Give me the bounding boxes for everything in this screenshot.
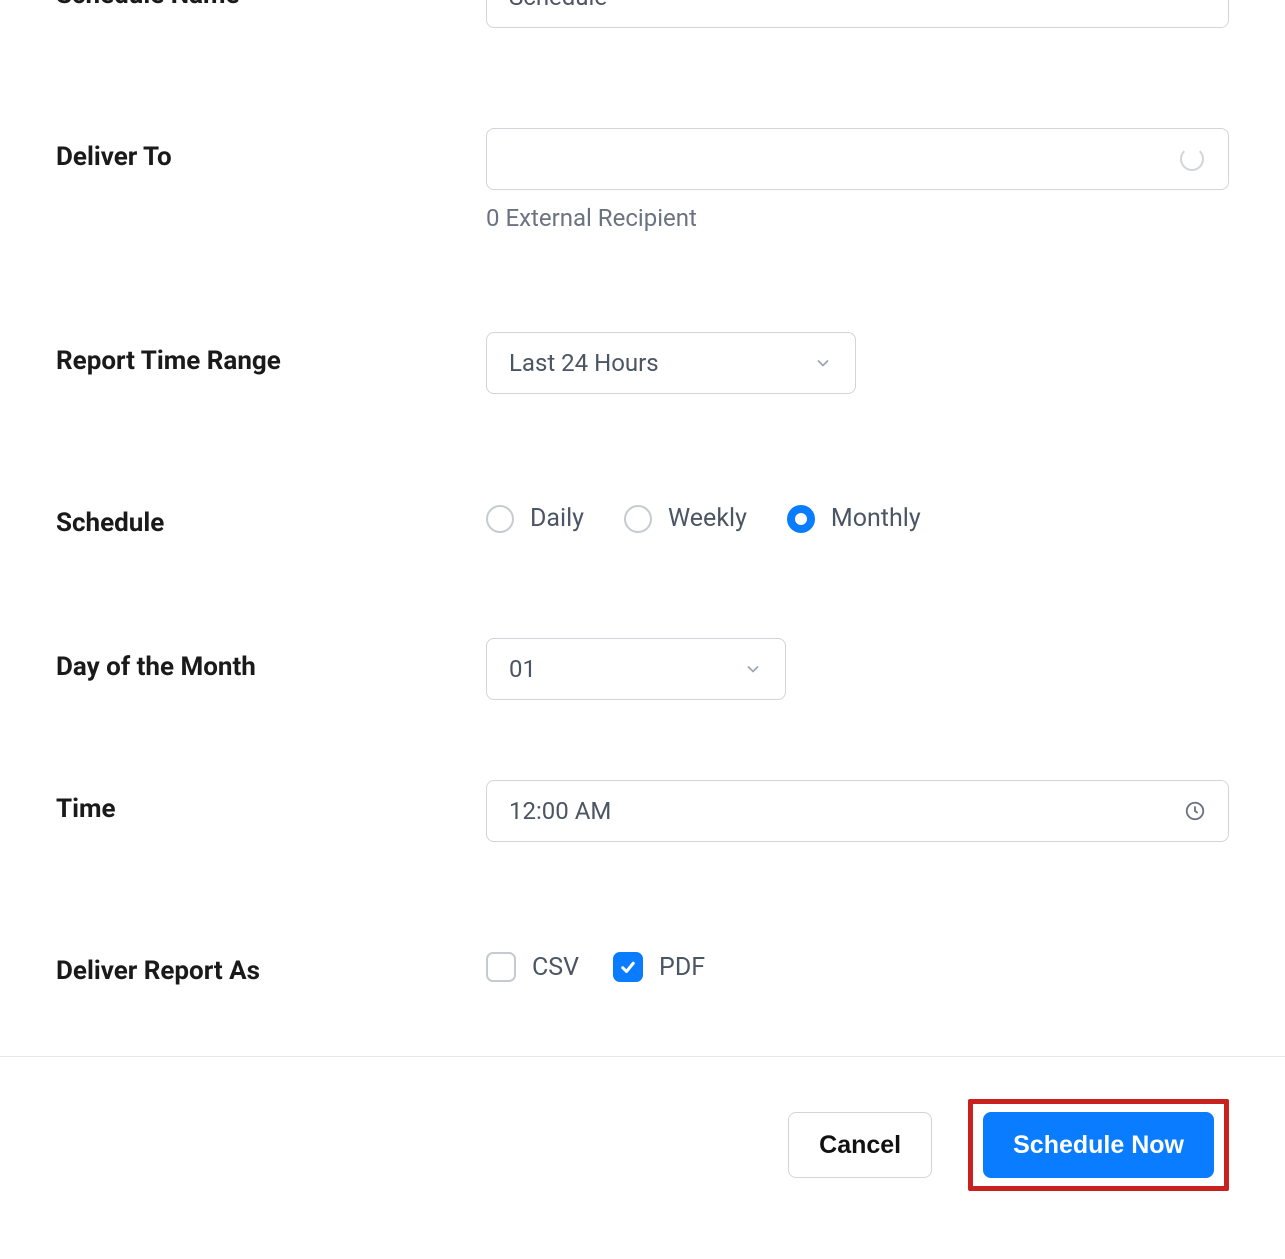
radio-monthly[interactable]: Monthly: [787, 504, 921, 533]
schedule-now-button[interactable]: Schedule Now: [983, 1112, 1214, 1178]
schedule-form-page: Schedule Name Schedule Deliver To 0 Exte…: [0, 0, 1285, 1231]
label-time: Time: [56, 780, 486, 824]
time-input[interactable]: 12:00 AM: [486, 780, 1229, 842]
checkbox-csv[interactable]: CSV: [486, 952, 579, 982]
loading-spinner-icon: [1180, 147, 1204, 171]
label-deliver-to: Deliver To: [56, 128, 486, 172]
control-schedule: Daily Weekly Monthly: [486, 494, 1229, 533]
row-schedule: Schedule Daily Weekly Monthly: [56, 494, 1229, 538]
cancel-button[interactable]: Cancel: [788, 1112, 932, 1178]
label-schedule-name: Schedule Name: [56, 0, 486, 10]
clock-icon: [1184, 800, 1206, 822]
schedule-name-input[interactable]: Schedule: [486, 0, 1229, 28]
radio-weekly-label: Weekly: [668, 504, 747, 533]
radio-icon: [787, 505, 815, 533]
control-report-time-range: Last 24 Hours: [486, 332, 1229, 394]
day-of-month-select[interactable]: 01: [486, 638, 786, 700]
label-deliver-as: Deliver Report As: [56, 942, 486, 986]
time-value: 12:00 AM: [509, 797, 611, 825]
row-schedule-name: Schedule Name Schedule: [56, 0, 1229, 28]
form-area: Schedule Name Schedule Deliver To 0 Exte…: [0, 0, 1285, 1056]
checkbox-pdf[interactable]: PDF: [613, 952, 705, 982]
row-report-time-range: Report Time Range Last 24 Hours: [56, 332, 1229, 394]
deliver-as-checkbox-group: CSV PDF: [486, 942, 1229, 982]
radio-icon: [486, 505, 514, 533]
checkbox-icon: [613, 952, 643, 982]
label-day-of-month: Day of the Month: [56, 638, 486, 682]
radio-daily-label: Daily: [530, 504, 584, 533]
highlight-annotation: Schedule Now: [968, 1099, 1229, 1191]
radio-icon: [624, 505, 652, 533]
row-deliver-to: Deliver To 0 External Recipient: [56, 128, 1229, 232]
control-deliver-to: 0 External Recipient: [486, 128, 1229, 232]
row-day-of-month: Day of the Month 01: [56, 638, 1229, 700]
control-time: 12:00 AM: [486, 780, 1229, 842]
schedule-radio-group: Daily Weekly Monthly: [486, 494, 1229, 533]
footer: Cancel Schedule Now: [0, 1056, 1285, 1231]
control-day-of-month: 01: [486, 638, 1229, 700]
checkbox-pdf-label: PDF: [659, 953, 705, 982]
row-time: Time 12:00 AM: [56, 780, 1229, 842]
control-schedule-name: Schedule: [486, 0, 1229, 28]
chevron-down-icon: [743, 659, 763, 679]
control-deliver-as: CSV PDF: [486, 942, 1229, 982]
label-schedule: Schedule: [56, 494, 486, 538]
row-deliver-as: Deliver Report As CSV PDF: [56, 942, 1229, 986]
checkbox-icon: [486, 952, 516, 982]
checkbox-csv-label: CSV: [532, 953, 579, 982]
deliver-to-helper: 0 External Recipient: [486, 204, 1229, 232]
radio-weekly[interactable]: Weekly: [624, 504, 747, 533]
radio-monthly-label: Monthly: [831, 504, 921, 533]
day-of-month-value: 01: [509, 655, 536, 683]
schedule-name-value: Schedule: [509, 0, 607, 11]
report-time-range-value: Last 24 Hours: [509, 349, 659, 377]
deliver-to-input[interactable]: [486, 128, 1229, 190]
radio-daily[interactable]: Daily: [486, 504, 584, 533]
chevron-down-icon: [813, 353, 833, 373]
label-report-time-range: Report Time Range: [56, 332, 486, 376]
report-time-range-select[interactable]: Last 24 Hours: [486, 332, 856, 394]
